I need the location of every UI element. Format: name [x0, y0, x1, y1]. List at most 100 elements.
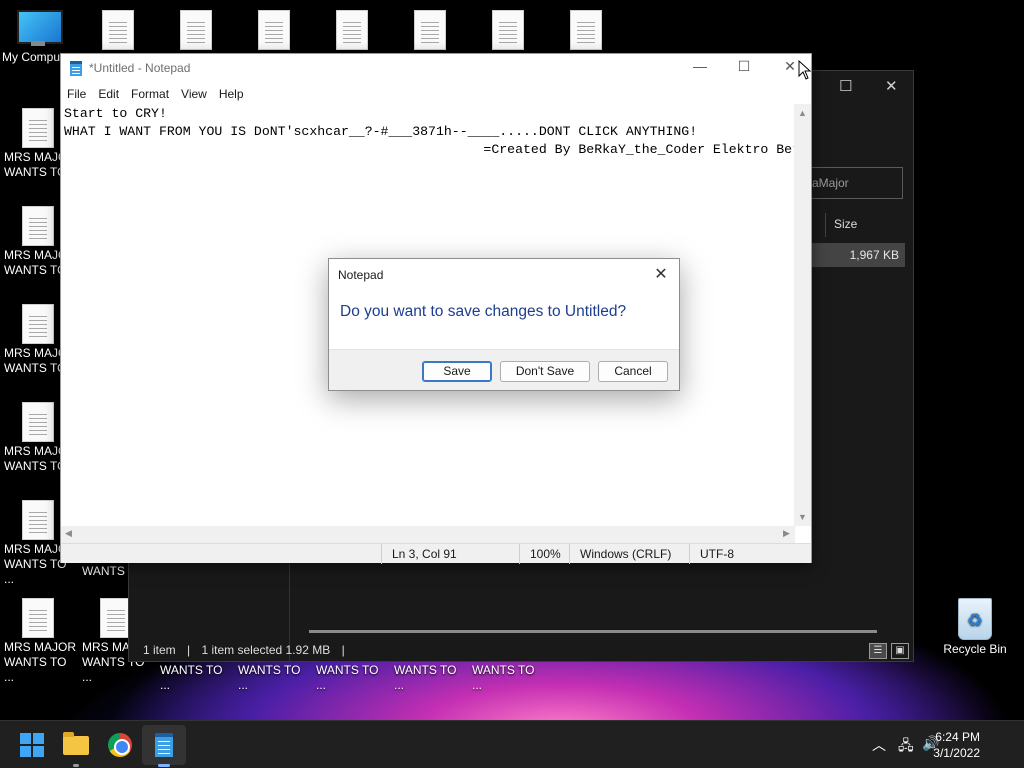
file-size-cell[interactable]: 1,967 KB — [809, 243, 905, 267]
document-icon — [22, 206, 54, 246]
notepad-status-bar: Ln 3, Col 91 100% Windows (CRLF) UTF-8 — [61, 543, 811, 564]
desktop-icon-label: WANTS TO ... — [160, 663, 223, 692]
dialog-message: Do you want to save changes to Untitled? — [340, 303, 627, 320]
menu-file[interactable]: File — [61, 84, 92, 101]
desktop-icon-label: WANTS TO ... — [4, 557, 67, 586]
minimize-icon[interactable]: — — [689, 58, 711, 78]
desktop-file-icon[interactable] — [314, 10, 390, 50]
system-clock[interactable]: 6:24 PM 3/1/2022 — [933, 729, 980, 761]
desktop-file-icon[interactable]: WANTS TO ... — [234, 661, 310, 693]
menu-bar: File Edit Format View Help — [61, 84, 811, 104]
taskbar-file-explorer[interactable] — [60, 729, 92, 767]
window-title: *Untitled - Notepad — [89, 61, 191, 75]
scroll-right-icon[interactable]: ▶ — [783, 528, 790, 539]
editor-line: Start to CRY! — [64, 106, 167, 121]
desktop-icon-label: MRS MAJOR — [4, 640, 76, 654]
status-line-endings: Windows (CRLF) — [569, 544, 691, 564]
column-header-size[interactable]: Size — [825, 213, 905, 237]
scroll-left-icon[interactable]: ◀ — [65, 528, 72, 539]
taskbar-notepad[interactable] — [142, 725, 186, 767]
explorer-status-bar: 1 item | 1 item selected 1.92 MB | — [143, 643, 353, 657]
notepad-icon — [155, 733, 173, 757]
network-icon[interactable]: 🖧 — [898, 735, 914, 759]
desktop-file-icon[interactable] — [158, 10, 234, 50]
document-icon — [492, 10, 524, 50]
desktop-icon-label: WANTS TO ... — [394, 663, 457, 692]
explorer-horizontal-scrollbar[interactable] — [309, 630, 877, 633]
desktop-icon-label: WANTS TO ... — [472, 663, 535, 692]
menu-help[interactable]: Help — [213, 84, 250, 101]
windows-logo-icon — [20, 733, 44, 757]
desktop-icon-label: WANTS TO ... — [4, 655, 67, 684]
document-icon — [414, 10, 446, 50]
document-icon — [22, 108, 54, 148]
start-button[interactable] — [16, 729, 48, 761]
maximize-icon[interactable]: ☐ — [733, 58, 755, 78]
details-view-icon[interactable]: ☰ — [869, 643, 887, 659]
desktop-file-icon[interactable] — [392, 10, 468, 50]
desktop-file-icon[interactable] — [236, 10, 312, 50]
status-divider: | — [341, 643, 345, 657]
maximize-icon[interactable]: ☐ — [839, 77, 852, 95]
vertical-scrollbar[interactable]: ▲ ▼ — [794, 104, 811, 526]
desktop-icon-recycle-bin[interactable]: ♻ Recycle Bin — [937, 598, 1013, 657]
document-icon — [336, 10, 368, 50]
document-icon — [102, 10, 134, 50]
status-encoding: UTF-8 — [689, 544, 795, 564]
document-icon — [258, 10, 290, 50]
scroll-down-icon[interactable]: ▼ — [798, 512, 807, 522]
dialog-button-bar: Save Don't Save Cancel — [329, 349, 679, 390]
explorer-search-input[interactable]: aMajor — [801, 167, 903, 199]
taskbar-chrome[interactable] — [104, 729, 136, 761]
document-icon — [180, 10, 212, 50]
desktop-file-icon[interactable]: WANTS TO ... — [390, 661, 466, 693]
computer-icon — [17, 10, 63, 48]
desktop-file-icon[interactable]: WANTS TO ... — [156, 661, 232, 693]
document-icon — [22, 500, 54, 540]
cancel-button[interactable]: Cancel — [598, 361, 668, 382]
save-changes-dialog[interactable]: Notepad ✕ Do you want to save changes to… — [328, 258, 680, 391]
editor-line: WHAT I WANT FROM YOU IS DoNT'scxhcar__?-… — [64, 124, 698, 139]
horizontal-scrollbar[interactable]: ◀ ▶ — [61, 526, 795, 543]
desktop-icon-label: WANTS TO — [4, 263, 67, 277]
desktop-file-icon[interactable]: WANTS TO ... — [312, 661, 388, 693]
chrome-icon — [108, 733, 132, 757]
notepad-titlebar[interactable]: *Untitled - Notepad — ☐ ✕ — [61, 54, 811, 84]
recycle-bin-icon: ♻ — [958, 598, 992, 640]
save-button[interactable]: Save — [422, 361, 492, 382]
desktop-file-icon[interactable] — [470, 10, 546, 50]
desktop-icon-label: WANTS TO — [4, 361, 67, 375]
taskbar: ︿ 🖧 🔊 6:24 PM 3/1/2022 — [0, 720, 1024, 768]
clock-time: 6:24 PM — [935, 730, 980, 744]
dialog-title: Notepad — [338, 268, 384, 282]
notepad-icon — [70, 61, 82, 76]
status-item-count: 1 item — [143, 643, 176, 657]
status-cursor-position: Ln 3, Col 91 — [381, 544, 521, 564]
clock-date: 3/1/2022 — [933, 746, 980, 760]
editor-line: =Created By BeRkaY_the_Coder Elektro Ber… — [64, 142, 795, 157]
menu-format[interactable]: Format — [125, 84, 175, 101]
folder-icon — [63, 732, 89, 755]
document-icon — [570, 10, 602, 50]
desktop-icon-label: WANTS TO ... — [238, 663, 301, 692]
desktop-icon-label: Recycle Bin — [943, 642, 1007, 656]
desktop-file-icon[interactable]: WANTS TO ... — [468, 661, 544, 693]
desktop-icon-label: WANTS TO ... — [316, 663, 379, 692]
scroll-up-icon[interactable]: ▲ — [798, 108, 807, 118]
chevron-up-icon[interactable]: ︿ — [872, 735, 886, 755]
dont-save-button[interactable]: Don't Save — [500, 361, 590, 382]
desktop-icon-label: WANTS TO — [4, 165, 67, 179]
menu-view[interactable]: View — [175, 84, 213, 101]
status-zoom: 100% — [519, 544, 571, 564]
menu-edit[interactable]: Edit — [92, 84, 125, 101]
desktop-icon-label: WANTS TO — [4, 459, 67, 473]
desktop-file-icon[interactable] — [548, 10, 624, 50]
desktop-file-icon[interactable] — [80, 10, 156, 50]
close-icon[interactable]: ✕ — [651, 264, 671, 284]
close-icon[interactable]: ✕ — [885, 77, 898, 95]
document-icon — [22, 598, 54, 638]
thumbnail-view-icon[interactable]: ▣ — [891, 643, 909, 659]
desktop-file-icon[interactable]: MRS MAJOR WANTS TO ... — [0, 598, 76, 685]
document-icon — [22, 304, 54, 344]
status-divider: | — [187, 643, 191, 657]
